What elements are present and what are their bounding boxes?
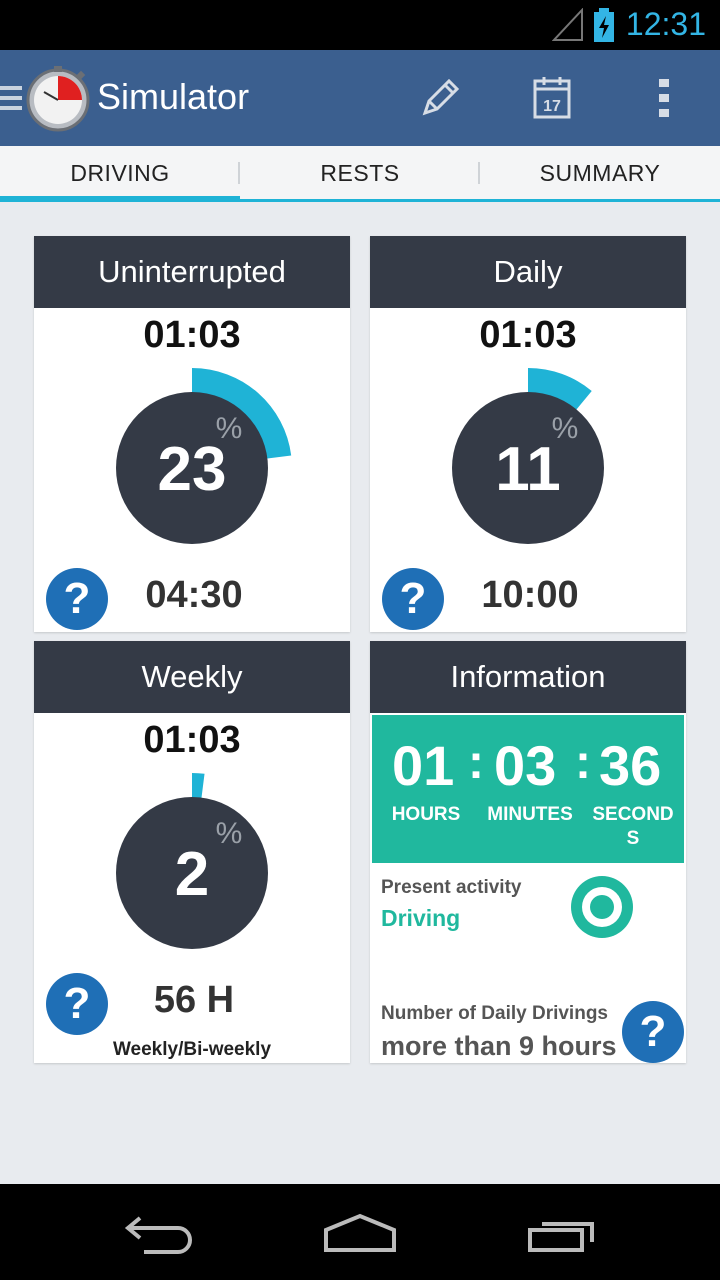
help-icon: ?: [399, 574, 427, 623]
app-logo-icon[interactable]: [24, 64, 92, 132]
status-bar: 12:31: [0, 0, 720, 50]
timer-hours: 01: [392, 734, 455, 797]
activity-ring-icon: [571, 876, 633, 938]
weekly-card: Weekly 01:03 % 2 ? 56 H Weekly/Bi-weekly: [34, 641, 350, 1063]
overflow-menu-button[interactable]: [636, 70, 692, 126]
signal-icon: [552, 8, 583, 41]
present-activity-label: Present activity: [381, 877, 522, 898]
action-bar: Simulator 17: [0, 50, 720, 146]
tab-driving-label: DRIVING: [70, 160, 170, 186]
weekly-elapsed: 01:03: [143, 719, 241, 761]
uninterrupted-elapsed: 01:03: [143, 314, 241, 356]
weekly-title: Weekly: [34, 641, 350, 713]
calendar-button[interactable]: 17: [524, 70, 580, 126]
daily-help-button[interactable]: ?: [382, 568, 444, 630]
daily-percent: 11: [495, 435, 561, 504]
tab-summary-label: SUMMARY: [539, 160, 661, 186]
weekly-gauge: % 2: [116, 773, 268, 949]
help-icon: ?: [63, 979, 91, 1028]
tab-bar: DRIVING RESTS SUMMARY: [0, 146, 720, 202]
home-icon[interactable]: [322, 1212, 398, 1254]
pencil-icon: [422, 78, 460, 116]
tab-summary[interactable]: SUMMARY: [480, 146, 720, 202]
weekly-limit: 56 H: [153, 979, 235, 1021]
clock: 12:31: [625, 6, 706, 42]
calendar-icon: 17: [533, 77, 571, 119]
daily-card: Daily 01:03 % 11 ? 10:00: [370, 236, 686, 632]
weekly-sublabel: Weekly/Bi-weekly: [112, 1039, 272, 1060]
navigation-bar: [0, 1184, 720, 1280]
uninterrupted-percent: 23: [158, 435, 227, 504]
timer-seconds: 36: [599, 734, 662, 797]
recents-icon[interactable]: [526, 1214, 598, 1254]
hamburger-icon[interactable]: [0, 86, 22, 116]
daily-drivings-label: Number of Daily Drivings: [381, 1003, 608, 1024]
uninterrupted-gauge: % 23: [116, 368, 292, 544]
elapsed-timer: 01 : 03 : 36 HOURS MINUTES SECOND S: [372, 715, 684, 863]
back-icon[interactable]: [124, 1214, 196, 1254]
daily-drivings-value: more than 9 hours: [381, 1031, 617, 1061]
weekly-help-button[interactable]: ?: [46, 973, 108, 1035]
battery-charging-icon: [594, 8, 614, 42]
timer-hours-label: HOURS: [391, 804, 461, 825]
overflow-menu-icon: [659, 79, 669, 117]
weekly-percent: 2: [175, 840, 209, 909]
svg-text:17: 17: [543, 98, 561, 115]
app-title: Simulator: [97, 76, 250, 117]
tab-driving[interactable]: DRIVING: [0, 146, 240, 202]
information-title: Information: [370, 641, 686, 713]
uninterrupted-title: Uninterrupted: [34, 236, 350, 308]
tab-rests-label: RESTS: [320, 160, 400, 186]
uninterrupted-help-button[interactable]: ?: [46, 568, 108, 630]
timer-minutes: 03: [494, 734, 557, 797]
tab-rests[interactable]: RESTS: [240, 146, 480, 202]
information-help-button[interactable]: ?: [622, 1001, 684, 1063]
daily-title: Daily: [370, 236, 686, 308]
help-icon: ?: [639, 1007, 667, 1056]
timer-minutes-label: MINUTES: [487, 804, 573, 825]
uninterrupted-card: Uninterrupted 01:03 % 23 ? 04:30: [34, 236, 350, 632]
information-card: Information 01 : 03 : 36 HOURS MINUTES S…: [370, 641, 686, 1063]
daily-gauge: % 11: [452, 368, 604, 544]
daily-limit: 10:00: [481, 574, 579, 616]
timer-seconds-label: SECOND S: [592, 804, 674, 849]
present-activity-value: Driving: [381, 905, 461, 931]
help-icon: ?: [63, 574, 91, 623]
edit-button[interactable]: [412, 70, 468, 126]
uninterrupted-limit: 04:30: [145, 574, 243, 616]
daily-elapsed: 01:03: [479, 314, 577, 356]
weekly-percent-symbol: %: [216, 817, 243, 850]
